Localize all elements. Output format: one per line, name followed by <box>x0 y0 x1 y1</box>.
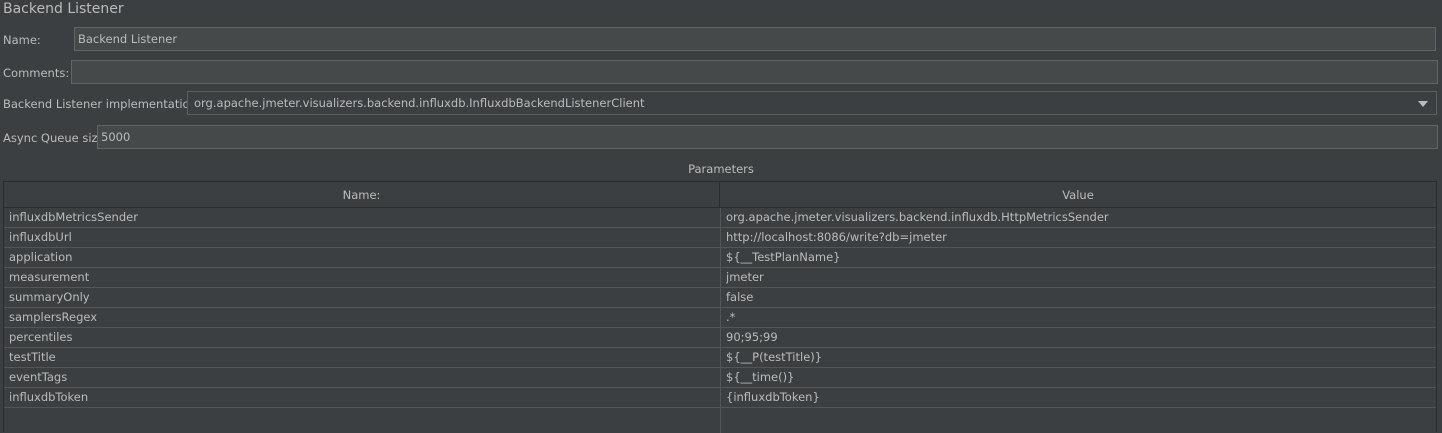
param-name-cell[interactable]: influxdbToken <box>9 388 715 407</box>
param-name-cell[interactable]: testTitle <box>9 348 715 367</box>
table-row[interactable]: influxdbMetricsSender org.apache.jmeter.… <box>4 208 1436 228</box>
column-header-name[interactable]: Name: <box>4 182 720 208</box>
table-row[interactable]: summaryOnly false <box>4 288 1436 308</box>
chevron-down-icon[interactable] <box>1418 101 1428 107</box>
implementation-label: Backend Listener implementation <box>3 97 197 111</box>
table-row[interactable]: influxdbToken {influxdbToken} <box>4 388 1436 408</box>
name-label: Name: <box>3 33 41 47</box>
param-value-cell[interactable]: ${__time()} <box>726 368 1432 387</box>
queue-size-label: Async Queue size <box>3 131 105 145</box>
param-name-cell[interactable]: measurement <box>9 268 715 287</box>
param-value-cell[interactable]: ${__TestPlanName} <box>726 248 1432 267</box>
param-value-cell[interactable]: http://localhost:8086/write?db=jmeter <box>726 228 1432 247</box>
param-name-cell[interactable]: eventTags <box>9 368 715 387</box>
param-name-cell[interactable]: samplersRegex <box>9 308 715 327</box>
param-value-cell[interactable]: org.apache.jmeter.visualizers.backend.in… <box>726 208 1432 227</box>
param-name-cell[interactable]: application <box>9 248 715 267</box>
parameters-table-body: influxdbMetricsSender org.apache.jmeter.… <box>4 208 1436 408</box>
param-value-cell[interactable]: {influxdbToken} <box>726 388 1432 407</box>
name-field[interactable]: Backend Listener <box>74 27 1436 51</box>
param-name-cell[interactable]: percentiles <box>9 328 715 347</box>
implementation-select[interactable]: org.apache.jmeter.visualizers.backend.in… <box>187 91 1437 115</box>
comments-field[interactable] <box>71 60 1438 84</box>
column-header-value[interactable]: Value <box>720 182 1436 208</box>
parameters-title: Parameters <box>688 162 754 176</box>
parameters-table: Name: Value influxdbMetricsSender org.ap… <box>3 181 1437 433</box>
table-row[interactable]: samplersRegex .* <box>4 308 1436 328</box>
param-value-cell[interactable]: .* <box>726 308 1432 327</box>
comments-label: Comments: <box>3 66 70 80</box>
panel-title: Backend Listener <box>3 1 124 17</box>
param-name-cell[interactable]: influxdbUrl <box>9 228 715 247</box>
param-name-cell[interactable]: summaryOnly <box>9 288 715 307</box>
parameters-table-header: Name: Value <box>4 182 1436 208</box>
param-value-cell[interactable]: 90;95;99 <box>726 328 1432 347</box>
param-value-cell[interactable]: false <box>726 288 1432 307</box>
table-row[interactable]: measurement jmeter <box>4 268 1436 288</box>
table-row[interactable]: percentiles 90;95;99 <box>4 328 1436 348</box>
table-row[interactable]: application ${__TestPlanName} <box>4 248 1436 268</box>
table-row[interactable]: eventTags ${__time()} <box>4 368 1436 388</box>
param-name-cell[interactable]: influxdbMetricsSender <box>9 208 715 227</box>
implementation-select-value: org.apache.jmeter.visualizers.backend.in… <box>194 96 645 110</box>
param-value-cell[interactable]: ${__P(testTitle)} <box>726 348 1432 367</box>
queue-size-field[interactable]: 5000 <box>97 125 1438 149</box>
param-value-cell[interactable]: jmeter <box>726 268 1432 287</box>
table-row[interactable]: testTitle ${__P(testTitle)} <box>4 348 1436 368</box>
table-row[interactable]: influxdbUrl http://localhost:8086/write?… <box>4 228 1436 248</box>
